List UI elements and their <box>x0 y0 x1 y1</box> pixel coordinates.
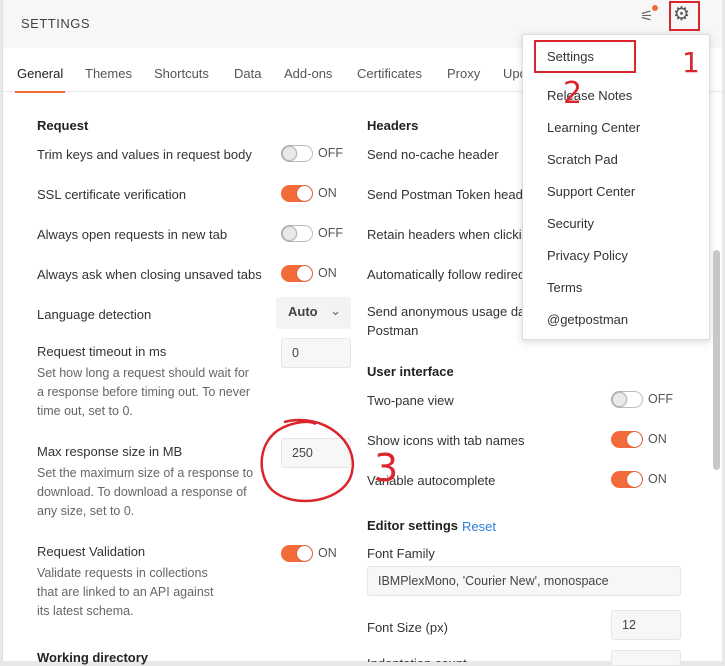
tab-themes[interactable]: Themes <box>85 66 132 81</box>
menu-item-release-notes[interactable]: Release Notes <box>547 88 632 103</box>
token-label: Send Postman Token heade <box>367 187 531 202</box>
retain-headers-label: Retain headers when clickin <box>367 227 529 242</box>
annotation-number-2: 2 <box>563 76 583 111</box>
editor-reset-link[interactable]: Reset <box>462 519 496 534</box>
language-select[interactable]: Auto ⌄ <box>276 297 351 329</box>
timeout-description: Set how long a request should wait for a… <box>37 366 251 418</box>
trim-toggle[interactable]: OFF <box>281 145 351 163</box>
menu-item-learning-center[interactable]: Learning Center <box>547 120 640 135</box>
anon-usage-label: Send anonymous usage dat <box>367 304 529 319</box>
annotation-number-1: 1 <box>682 46 700 79</box>
validation-label: Request Validation <box>37 544 146 559</box>
maxsize-label: Max response size in MB <box>37 444 183 459</box>
maxsize-description: Set the maximum size of a response to do… <box>37 466 254 518</box>
settings-dropdown: Settings Release Notes Learning Center S… <box>522 34 710 340</box>
font-size-input[interactable]: 12 <box>611 610 681 640</box>
headers-section-title: Headers <box>367 118 419 133</box>
validation-toggle[interactable]: ON <box>281 545 351 563</box>
annotation-settings-box <box>534 40 636 73</box>
tab-shortcuts[interactable]: Shortcuts <box>154 66 209 81</box>
menu-item-privacy-policy[interactable]: Privacy Policy <box>547 248 628 263</box>
tab-proxy[interactable]: Proxy <box>447 66 480 81</box>
askclose-label: Always ask when closing unsaved tabs <box>37 267 262 282</box>
menu-item-support-center[interactable]: Support Center <box>547 184 635 199</box>
menu-item-security[interactable]: Security <box>547 216 594 231</box>
twopane-toggle[interactable]: OFF <box>611 391 681 409</box>
ssl-label: SSL certificate verification <box>37 187 187 202</box>
askclose-toggle[interactable]: ON <box>281 265 351 283</box>
tab-general[interactable]: General <box>14 66 66 93</box>
nocache-label: Send no-cache header <box>367 147 499 162</box>
modal-title: SETTINGS <box>21 16 91 31</box>
trim-label: Trim keys and values in request body <box>37 147 252 162</box>
twopane-label: Two-pane view <box>367 393 454 408</box>
newtab-toggle[interactable]: OFF <box>281 225 351 243</box>
font-family-input[interactable]: IBMPlexMono, 'Courier New', monospace <box>367 566 681 596</box>
annotation-gear-box <box>669 1 700 31</box>
tab-addons[interactable]: Add-ons <box>284 66 332 81</box>
language-label: Language detection <box>37 307 152 322</box>
timeout-label: Request timeout in ms <box>37 344 167 359</box>
scrollbar[interactable] <box>713 250 720 470</box>
ssl-toggle[interactable]: ON <box>281 185 351 203</box>
ui-section-title: User interface <box>367 364 454 379</box>
tab-data[interactable]: Data <box>234 66 261 81</box>
timeout-input[interactable]: 0 <box>281 338 351 368</box>
font-family-label: Font Family <box>367 546 435 561</box>
font-size-label: Font Size (px) <box>367 620 448 635</box>
chevron-down-icon: ⌄ <box>330 303 341 318</box>
newtab-label: Always open requests in new tab <box>37 227 228 242</box>
indentation-label: Indentation count <box>367 656 467 662</box>
validation-description: Validate requests in collections that ar… <box>37 566 214 618</box>
anon-usage-label-2: Postman <box>367 323 419 338</box>
follow-redirects-label: Automatically follow redirec <box>367 267 525 282</box>
editor-section-title: Editor settings <box>367 518 459 533</box>
annotation-number-3: 3 <box>374 446 399 490</box>
autocomplete-toggle[interactable]: ON <box>611 471 681 489</box>
satellite-icon[interactable]: ⚟ <box>640 7 653 25</box>
menu-item-getpostman[interactable]: @getpostman <box>547 312 628 327</box>
working-directory-title: Working directory <box>37 650 149 665</box>
tab-certificates[interactable]: Certificates <box>357 66 422 81</box>
menu-item-scratch-pad[interactable]: Scratch Pad <box>547 152 618 167</box>
request-section-title: Request <box>37 118 89 133</box>
tab-icons-toggle[interactable]: ON <box>611 431 681 449</box>
notification-dot <box>652 5 658 11</box>
menu-item-terms[interactable]: Terms <box>547 280 582 295</box>
annotation-circle <box>260 418 355 503</box>
indentation-input[interactable] <box>611 650 681 666</box>
